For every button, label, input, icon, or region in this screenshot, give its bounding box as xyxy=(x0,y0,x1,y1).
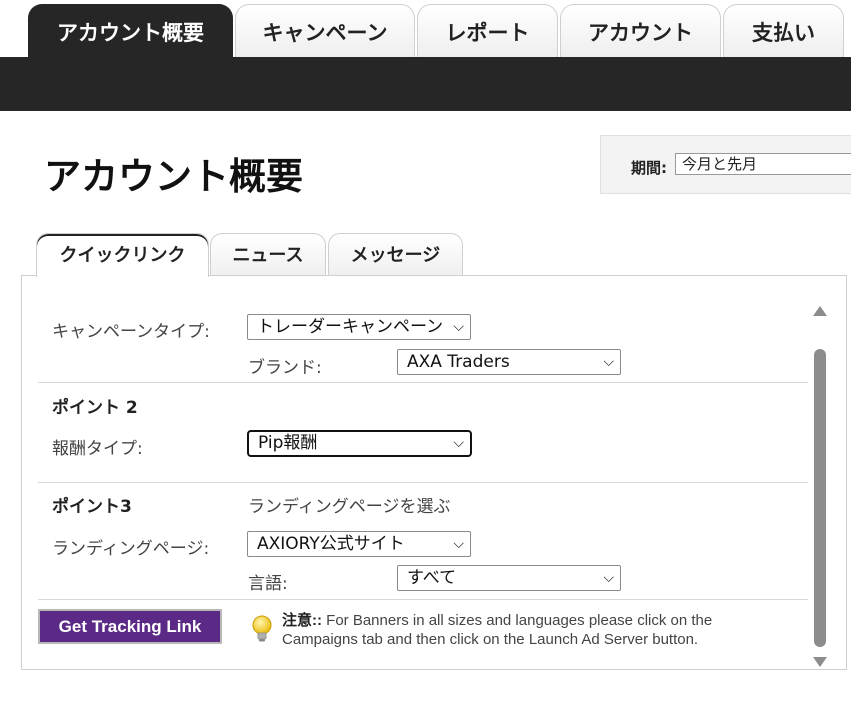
reward-type-select[interactable]: Pip報酬 ⌵ xyxy=(247,430,472,457)
get-tracking-link-button[interactable]: Get Tracking Link xyxy=(38,609,222,644)
landing-page-label: ランディングページ: xyxy=(52,539,210,559)
chevron-down-icon: ⌵ xyxy=(453,536,464,552)
tab-news[interactable]: ニュース xyxy=(210,233,326,276)
chevron-down-icon: ⌵ xyxy=(603,570,614,586)
landing-page-select[interactable]: AXIORY公式サイト ⌵ xyxy=(247,531,471,557)
scroll-up-arrow-icon[interactable] xyxy=(812,304,828,318)
brand-select[interactable]: AXA Traders ⌵ xyxy=(397,349,621,375)
nav-subbar xyxy=(0,57,851,111)
point3-heading: ポイント3 xyxy=(52,497,132,517)
divider xyxy=(38,382,808,383)
nav-tab-account[interactable]: アカウント xyxy=(560,4,721,58)
nav-tab-reports[interactable]: レポート xyxy=(417,4,558,58)
chevron-down-icon: ⌵ xyxy=(453,435,464,451)
reward-type-value: Pip報酬 xyxy=(258,433,318,453)
top-nav: アカウント概要 キャンペーン レポート アカウント 支払い xyxy=(0,0,851,58)
period-label: 期間: xyxy=(631,159,667,177)
tab-quick-links[interactable]: クイックリンク xyxy=(36,233,209,277)
note-text: For Banners in all sizes and languages p… xyxy=(282,612,713,648)
brand-value: AXA Traders xyxy=(407,352,510,372)
period-filter: 期間: 今月と先月 xyxy=(600,135,851,194)
divider xyxy=(38,599,808,600)
brand-label: ブランド: xyxy=(248,358,322,378)
scrollbar-thumb[interactable] xyxy=(814,349,826,647)
nav-tab-account-overview[interactable]: アカウント概要 xyxy=(28,4,233,58)
point2-heading: ポイント 2 xyxy=(52,398,138,418)
language-value: すべて xyxy=(407,568,457,588)
campaign-type-label: キャンペーンタイプ: xyxy=(52,322,210,342)
chevron-down-icon: ⌵ xyxy=(603,354,614,370)
lightbulb-icon xyxy=(252,615,272,642)
landing-page-value: AXIORY公式サイト xyxy=(257,534,405,554)
campaign-type-select[interactable]: トレーダーキャンペーン ⌵ xyxy=(247,314,471,340)
campaign-type-value: トレーダーキャンペーン xyxy=(257,317,444,337)
nav-tab-payments[interactable]: 支払い xyxy=(723,4,844,58)
note-prefix: 注意:: xyxy=(282,612,322,629)
page-title: アカウント概要 xyxy=(44,155,303,198)
chevron-down-icon: ⌵ xyxy=(453,319,464,335)
period-select[interactable]: 今月と先月 xyxy=(675,153,851,175)
point3-description: ランディングページを選ぶ xyxy=(248,497,451,517)
reward-type-label: 報酬タイプ: xyxy=(52,439,143,459)
scroll-down-arrow-icon[interactable] xyxy=(812,655,828,669)
divider xyxy=(38,482,808,483)
campaigns-note: 注意:: For Banners in all sizes and langua… xyxy=(282,611,782,649)
language-select[interactable]: すべて ⌵ xyxy=(397,565,621,591)
tab-messages[interactable]: メッセージ xyxy=(328,233,463,276)
language-label: 言語: xyxy=(248,574,288,594)
nav-tab-campaigns[interactable]: キャンペーン xyxy=(235,4,415,58)
